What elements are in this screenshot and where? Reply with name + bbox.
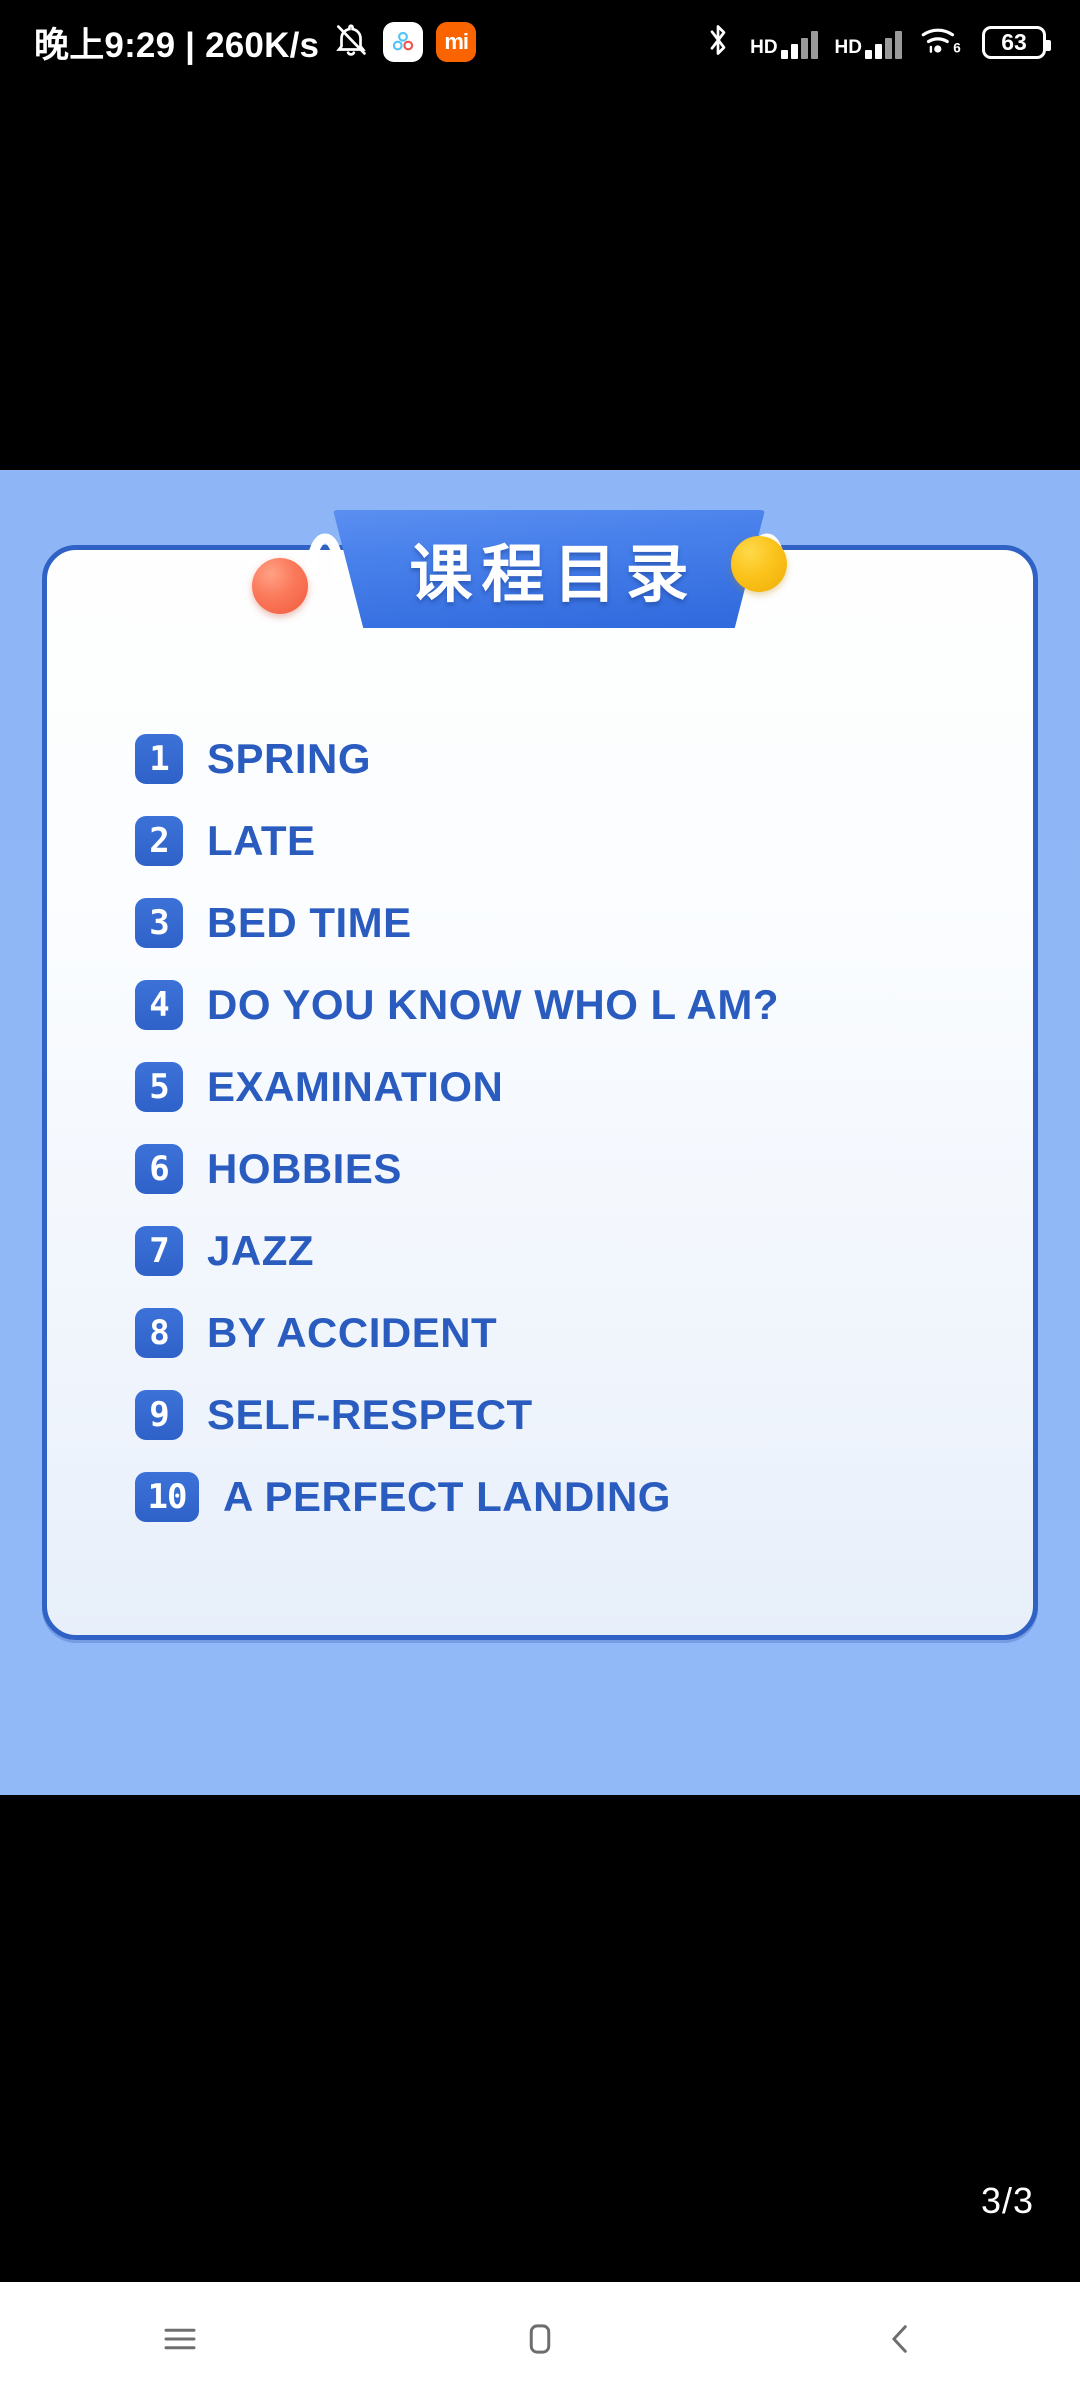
item-number-badge: 7 <box>135 1226 183 1276</box>
silent-bell-icon <box>332 21 370 64</box>
list-item[interactable]: 6 HOBBIES <box>135 1128 993 1210</box>
recents-button[interactable] <box>0 2282 360 2400</box>
item-number-badge: 9 <box>135 1390 183 1440</box>
svg-text:6: 6 <box>953 40 961 55</box>
home-button[interactable] <box>360 2282 720 2400</box>
list-item[interactable]: 3 BED TIME <box>135 882 993 964</box>
list-item[interactable]: 10 A PERFECT LANDING <box>135 1456 993 1538</box>
battery-icon: 63 <box>982 25 1051 59</box>
item-label: BY ACCIDENT <box>207 1309 498 1356</box>
item-label: BED TIME <box>207 899 412 946</box>
wifi6-icon: 6 <box>919 22 965 63</box>
hanger-hook-right-icon <box>739 496 795 582</box>
list-item[interactable]: 4 DO YOU KNOW WHO L AM? <box>135 964 993 1046</box>
list-item[interactable]: 7 JAZZ <box>135 1210 993 1292</box>
list-item[interactable]: 8 BY ACCIDENT <box>135 1292 993 1374</box>
item-label: DO YOU KNOW WHO L AM? <box>207 981 780 1028</box>
list-item[interactable]: 1 SPRING <box>135 718 993 800</box>
item-number-badge: 8 <box>135 1308 183 1358</box>
course-catalog-card: 课程目录 1 SPRING 2 LATE 3 BED TIME 4 DO YOU… <box>42 510 1038 1640</box>
item-label: JAZZ <box>207 1227 314 1274</box>
status-clock: 晚上9:29 | 260K/s <box>34 25 320 65</box>
back-button[interactable] <box>720 2282 1080 2400</box>
item-label: HOBBIES <box>207 1145 402 1192</box>
item-number-badge: 6 <box>135 1144 183 1194</box>
item-number-badge: 2 <box>135 816 183 866</box>
item-number-badge: 10 <box>135 1472 199 1522</box>
phone-screen: 晚上9:29 | 260K/s mi HD HD 6 63 课程目录 1 SPR… <box>0 0 1080 2400</box>
course-list: 1 SPRING 2 LATE 3 BED TIME 4 DO YOU KNOW… <box>135 718 993 1538</box>
recents-icon <box>159 2318 201 2365</box>
banner-area: 课程目录 <box>47 510 1043 660</box>
bluetooth-icon <box>703 22 733 63</box>
item-label: SPRING <box>207 735 372 782</box>
signal-sim2-icon: HD <box>835 25 902 59</box>
item-number-badge: 4 <box>135 980 183 1030</box>
back-icon <box>879 2318 921 2365</box>
item-label: LATE <box>207 817 316 864</box>
mi-app-icon: mi <box>436 22 477 62</box>
page-indicator: 3/3 <box>980 2180 1034 2221</box>
item-label: SELF-RESPECT <box>207 1391 533 1438</box>
list-item[interactable]: 9 SELF-RESPECT <box>135 1374 993 1456</box>
decor-dot-red <box>252 558 308 614</box>
item-number-badge: 5 <box>135 1062 183 1112</box>
decor-dot-yellow <box>731 536 787 592</box>
item-number-badge: 1 <box>135 734 183 784</box>
item-label: A PERFECT LANDING <box>223 1473 671 1520</box>
home-icon <box>519 2318 561 2365</box>
status-bar-right: HD HD 6 63 <box>703 22 1051 63</box>
item-number-badge: 3 <box>135 898 183 948</box>
status-bar-left: 晚上9:29 | 260K/s mi <box>34 17 477 68</box>
hanger-hook-left-icon <box>297 496 353 582</box>
system-navigation-bar <box>0 2282 1080 2400</box>
banner-shape <box>333 510 765 628</box>
banner-ribbon: 课程目录 <box>333 510 765 628</box>
list-item[interactable]: 5 EXAMINATION <box>135 1046 993 1128</box>
item-label: EXAMINATION <box>207 1063 504 1110</box>
list-item[interactable]: 2 LATE <box>135 800 993 882</box>
status-bar: 晚上9:29 | 260K/s mi HD HD 6 63 <box>0 0 1080 84</box>
signal-sim1-icon: HD <box>750 25 818 59</box>
banner-title: 课程目录 <box>409 537 698 611</box>
slide-canvas[interactable]: 课程目录 1 SPRING 2 LATE 3 BED TIME 4 DO YOU… <box>0 470 1080 1795</box>
mint-app-icon <box>383 22 424 62</box>
